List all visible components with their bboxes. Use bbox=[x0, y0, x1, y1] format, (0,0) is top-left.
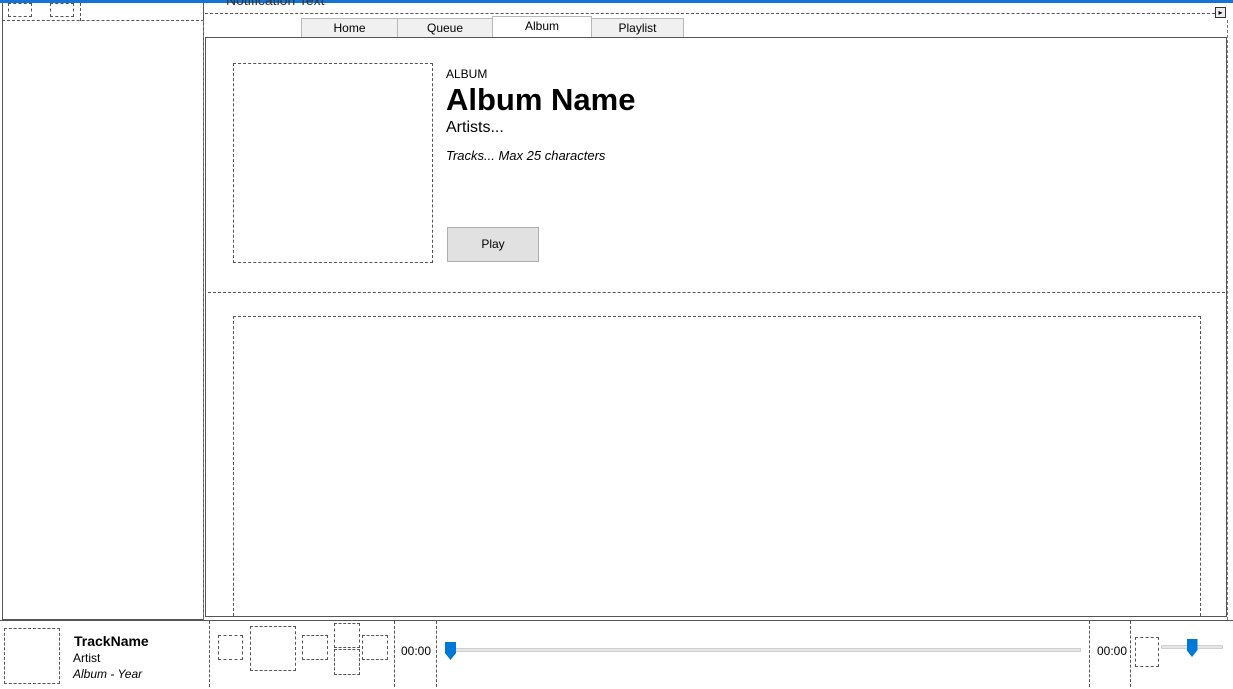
play-album-button[interactable]: Play bbox=[447, 227, 539, 262]
queue-toggle-button[interactable] bbox=[362, 635, 388, 660]
mute-button[interactable] bbox=[1135, 637, 1159, 667]
album-title: Album Name bbox=[446, 82, 636, 117]
sidebar-header-divider bbox=[80, 3, 81, 21]
elapsed-time: 00:00 bbox=[401, 644, 432, 658]
seek-slider[interactable] bbox=[445, 648, 1081, 652]
player-divider bbox=[436, 621, 437, 687]
album-artists: Artists... bbox=[446, 119, 504, 136]
tab-scroll-right-icon[interactable]: ▸ bbox=[1215, 7, 1226, 18]
player-divider bbox=[1089, 621, 1090, 687]
sidebar-button-1[interactable] bbox=[8, 3, 32, 17]
content-right-guide bbox=[1227, 20, 1228, 620]
left-sidebar bbox=[2, 3, 204, 620]
now-playing-track-name: TrackName bbox=[74, 633, 149, 649]
tab-album[interactable]: Album bbox=[492, 16, 592, 38]
player-divider bbox=[1130, 621, 1131, 687]
total-duration: 00:00 bbox=[1097, 644, 1128, 658]
sidebar-button-2[interactable] bbox=[50, 3, 74, 17]
album-cover bbox=[233, 63, 433, 263]
shuffle-button[interactable] bbox=[334, 623, 360, 648]
tab-queue[interactable]: Queue bbox=[397, 18, 493, 38]
left-sidebar-header bbox=[2, 3, 204, 21]
album-tracks-summary: Tracks... Max 25 characters bbox=[446, 148, 606, 163]
now-playing-album-year: Album - Year bbox=[73, 667, 143, 681]
notification-divider bbox=[205, 13, 1225, 14]
repeat-button[interactable] bbox=[334, 649, 360, 675]
player-divider bbox=[394, 621, 395, 687]
content-left-guide bbox=[203, 20, 204, 620]
album-track-list[interactable] bbox=[233, 316, 1201, 616]
next-track-button[interactable] bbox=[302, 635, 328, 660]
notification-text: Notification Text bbox=[226, 0, 325, 8]
player-divider bbox=[209, 621, 210, 687]
player-bar bbox=[0, 620, 1233, 689]
now-playing-art bbox=[4, 628, 60, 684]
tab-home[interactable]: Home bbox=[301, 18, 398, 38]
now-playing-artist: Artist bbox=[73, 651, 101, 665]
tab-playlist[interactable]: Playlist bbox=[591, 18, 684, 38]
album-kicker-label: ALBUM bbox=[446, 67, 488, 81]
play-pause-button[interactable] bbox=[250, 626, 296, 671]
previous-track-button[interactable] bbox=[218, 635, 243, 660]
